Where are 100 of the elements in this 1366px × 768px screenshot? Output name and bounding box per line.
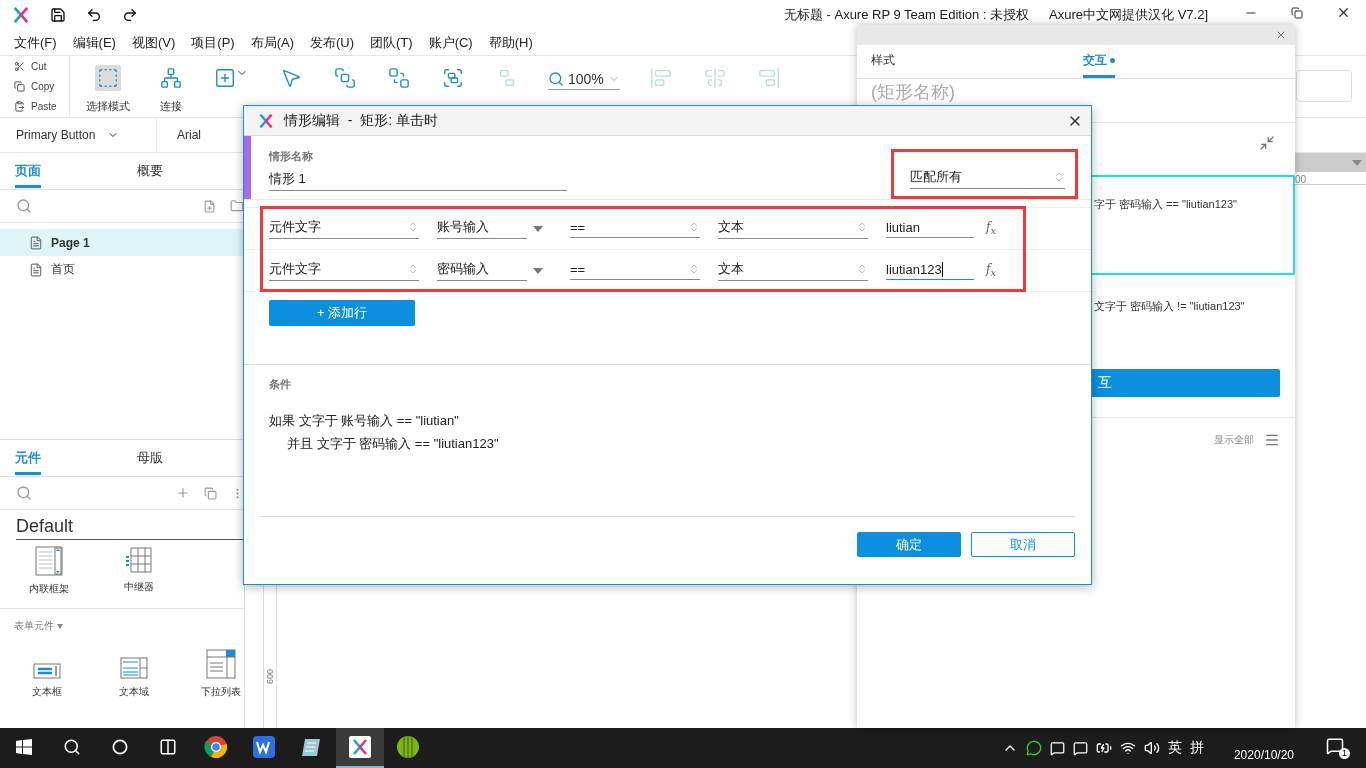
stepper-icon[interactable] [856,221,868,233]
add-row-button[interactable]: + 添加行 [269,300,415,326]
input-method-indicator[interactable]: 拼 [1189,739,1204,757]
widget-label: 文本域 [119,685,149,699]
battery-icon[interactable] [1095,740,1112,756]
caret-icon[interactable] [533,267,543,274]
chat-icon[interactable] [1025,740,1042,756]
window-title-suffix: Axure中文网提供汉化 V7.2] [1049,6,1208,24]
stepper-icon[interactable] [407,263,419,275]
panel-tab[interactable]: 样式 [871,52,895,78]
horizontal-ruler: 00 [1295,172,1366,185]
caret-icon[interactable] [533,225,543,232]
inline-frame-icon[interactable] [35,546,63,576]
library-icon[interactable] [204,486,217,500]
windows-logo-icon[interactable] [16,739,32,755]
add-page-icon[interactable] [203,199,216,213]
section-heading[interactable]: 表单元件 [14,619,244,633]
repeater-icon[interactable] [125,546,153,574]
browser-icon[interactable] [204,735,228,759]
widget-label: 内联框架 [29,582,69,596]
show-all-link[interactable]: 显示全部 [1214,433,1254,447]
clipboard-button[interactable]: Cut [14,60,69,72]
panel-tab[interactable]: 交互 [1083,52,1115,78]
axure-app-icon[interactable] [349,736,371,758]
case-name-field[interactable]: 情形 1 [269,170,567,191]
send-back-icon[interactable] [386,65,412,91]
operator-select[interactable]: == [570,261,700,280]
widget-select[interactable]: 密码输入 [437,260,527,281]
value-type-select[interactable]: 文本 [718,218,868,239]
style-dropdown[interactable]: Primary Button [0,118,157,152]
search-field[interactable] [1296,70,1352,102]
panel-tab[interactable]: 页面 [15,154,41,188]
page-item[interactable]: Page 1 [0,229,244,256]
restore-icon[interactable] [1291,6,1303,19]
widget-select[interactable]: 账号输入 [437,218,527,239]
text-area-icon[interactable] [120,657,148,679]
menu-item[interactable]: 帮助(H) [480,33,541,52]
wifi-icon[interactable] [1119,740,1136,756]
clipboard-button[interactable]: Copy [14,81,69,92]
menu-item[interactable]: 文件(F) [6,33,65,52]
redo-icon[interactable] [122,7,138,23]
bamboo-app-icon[interactable] [396,735,420,759]
condition-text: 并且 文字于 密码输入 == "liutian123" [286,435,500,453]
stepper-icon[interactable] [856,263,868,275]
function-button[interactable]: f$_{x}$ [986,262,997,279]
collapse-icon[interactable] [1259,135,1275,151]
operator-select[interactable]: == [570,219,700,238]
clock-date[interactable]: 2020/10/20 [1233,748,1294,762]
menu-item[interactable]: 团队(T) [362,33,421,52]
writer-app-icon[interactable] [253,736,275,758]
tool-label: 选择模式 [86,99,130,114]
menu-item[interactable]: 发布(U) [302,33,363,52]
stepper-icon[interactable] [407,221,419,233]
widget-label: 中继器 [124,580,154,594]
page-item[interactable]: 首页 [0,256,244,283]
volume-icon[interactable] [1143,740,1160,756]
caret-icon[interactable] [1352,159,1362,166]
panel-tab[interactable]: 元件 [15,441,41,475]
notification-icon[interactable] [1326,737,1344,755]
save-icon[interactable] [50,7,66,23]
undo-icon[interactable] [86,7,102,23]
message-icon[interactable] [1049,740,1065,756]
panel-tab[interactable]: 母版 [137,441,163,475]
dropdown-list-icon[interactable] [205,649,236,679]
menu-item[interactable]: 视图(V) [123,33,184,52]
zoom-icon[interactable] [548,71,564,87]
taskbar-button[interactable] [336,728,384,768]
value-field[interactable]: liutian [886,219,974,238]
menu-item[interactable]: 布局(A) [242,33,302,52]
menu-item[interactable]: 账户(C) [420,33,481,52]
connector-icon[interactable] [158,65,184,91]
paste-icon [14,101,25,113]
stepper-icon[interactable] [1053,171,1065,183]
match-select[interactable]: 匹配所有 [910,168,1065,189]
dialog-button[interactable]: 取消 [971,532,1075,557]
input-method-indicator[interactable]: 英 [1167,739,1182,757]
caret-icon[interactable] [56,624,63,629]
value-type-select[interactable]: 文本 [718,260,868,281]
task-view-icon[interactable] [159,738,177,756]
search-icon[interactable] [63,738,81,756]
circle-icon[interactable] [112,739,128,755]
message-icon[interactable] [1072,740,1088,756]
dialog-button[interactable]: 确定 [857,532,961,557]
text-field-icon[interactable] [33,663,62,679]
clipboard-button[interactable]: Paste [14,101,69,113]
menu-item[interactable]: 编辑(E) [64,33,124,52]
panel-tab[interactable]: 概要 [137,154,163,188]
folder-icon[interactable] [230,199,244,213]
font-dropdown[interactable]: Arial [157,128,201,142]
function-button[interactable]: f$_{x}$ [986,220,997,237]
stepper-icon[interactable] [688,263,700,275]
type-select[interactable]: 元件文字 [269,260,419,281]
select-mode-icon[interactable] [95,65,121,91]
bring-front-icon[interactable] [332,65,358,91]
zoom-dropdown[interactable]: 100% [568,71,604,87]
menu-icon[interactable] [1264,432,1280,448]
stepper-icon[interactable] [688,221,700,233]
value-field[interactable]: liutian123 [886,261,974,280]
type-select[interactable]: 元件文字 [269,218,419,239]
menu-item[interactable]: 项目(P) [183,33,243,52]
